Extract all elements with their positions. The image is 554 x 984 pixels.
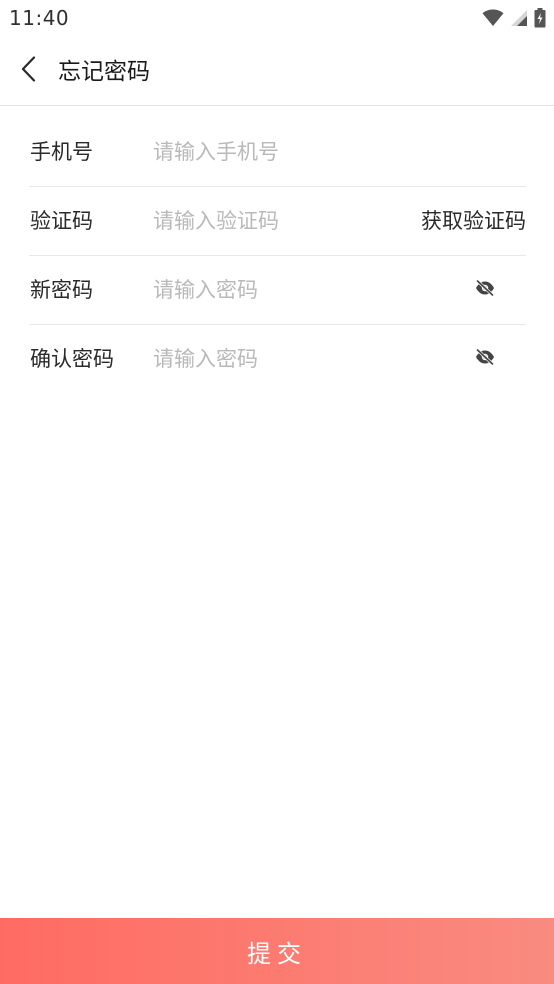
phone-row: 手机号 xyxy=(29,118,526,187)
confirm-password-input[interactable] xyxy=(153,342,403,376)
back-button[interactable] xyxy=(12,54,46,88)
submit-button[interactable]: 提交 xyxy=(0,918,554,984)
new-password-row: 新密码 xyxy=(29,256,526,325)
status-bar: 11:40 xyxy=(0,0,554,38)
app-header: 忘记密码 xyxy=(0,38,554,106)
submit-label: 提交 xyxy=(247,939,307,968)
new-password-label: 新密码 xyxy=(30,278,93,302)
phone-input[interactable] xyxy=(153,135,403,169)
confirm-password-row: 确认密码 xyxy=(29,325,526,393)
confirm-password-visibility-toggle[interactable] xyxy=(474,348,496,370)
page-title: 忘记密码 xyxy=(58,59,150,85)
new-password-visibility-toggle[interactable] xyxy=(474,279,496,301)
battery-charging-icon xyxy=(534,8,546,28)
code-row: 验证码 获取验证码 xyxy=(29,187,526,256)
phone-label: 手机号 xyxy=(30,140,93,164)
code-label: 验证码 xyxy=(30,209,93,233)
eye-off-icon xyxy=(475,348,495,369)
status-time: 11:40 xyxy=(9,6,70,30)
reset-password-form: 手机号 验证码 获取验证码 新密码 xyxy=(29,118,526,393)
new-password-input[interactable] xyxy=(153,273,403,307)
eye-off-icon xyxy=(475,279,495,300)
chevron-left-icon xyxy=(20,56,38,86)
verification-code-input[interactable] xyxy=(153,204,403,238)
cellular-signal-icon xyxy=(510,9,528,27)
confirm-password-label: 确认密码 xyxy=(30,347,114,371)
status-icons xyxy=(482,7,546,29)
get-code-button[interactable]: 获取验证码 xyxy=(421,208,526,234)
forgot-password-screen: 11:40 忘记密码 手机号 请输入手机号 验证码 请输入验证码 获取验证码 新… xyxy=(0,0,554,984)
wifi-icon xyxy=(482,9,504,27)
